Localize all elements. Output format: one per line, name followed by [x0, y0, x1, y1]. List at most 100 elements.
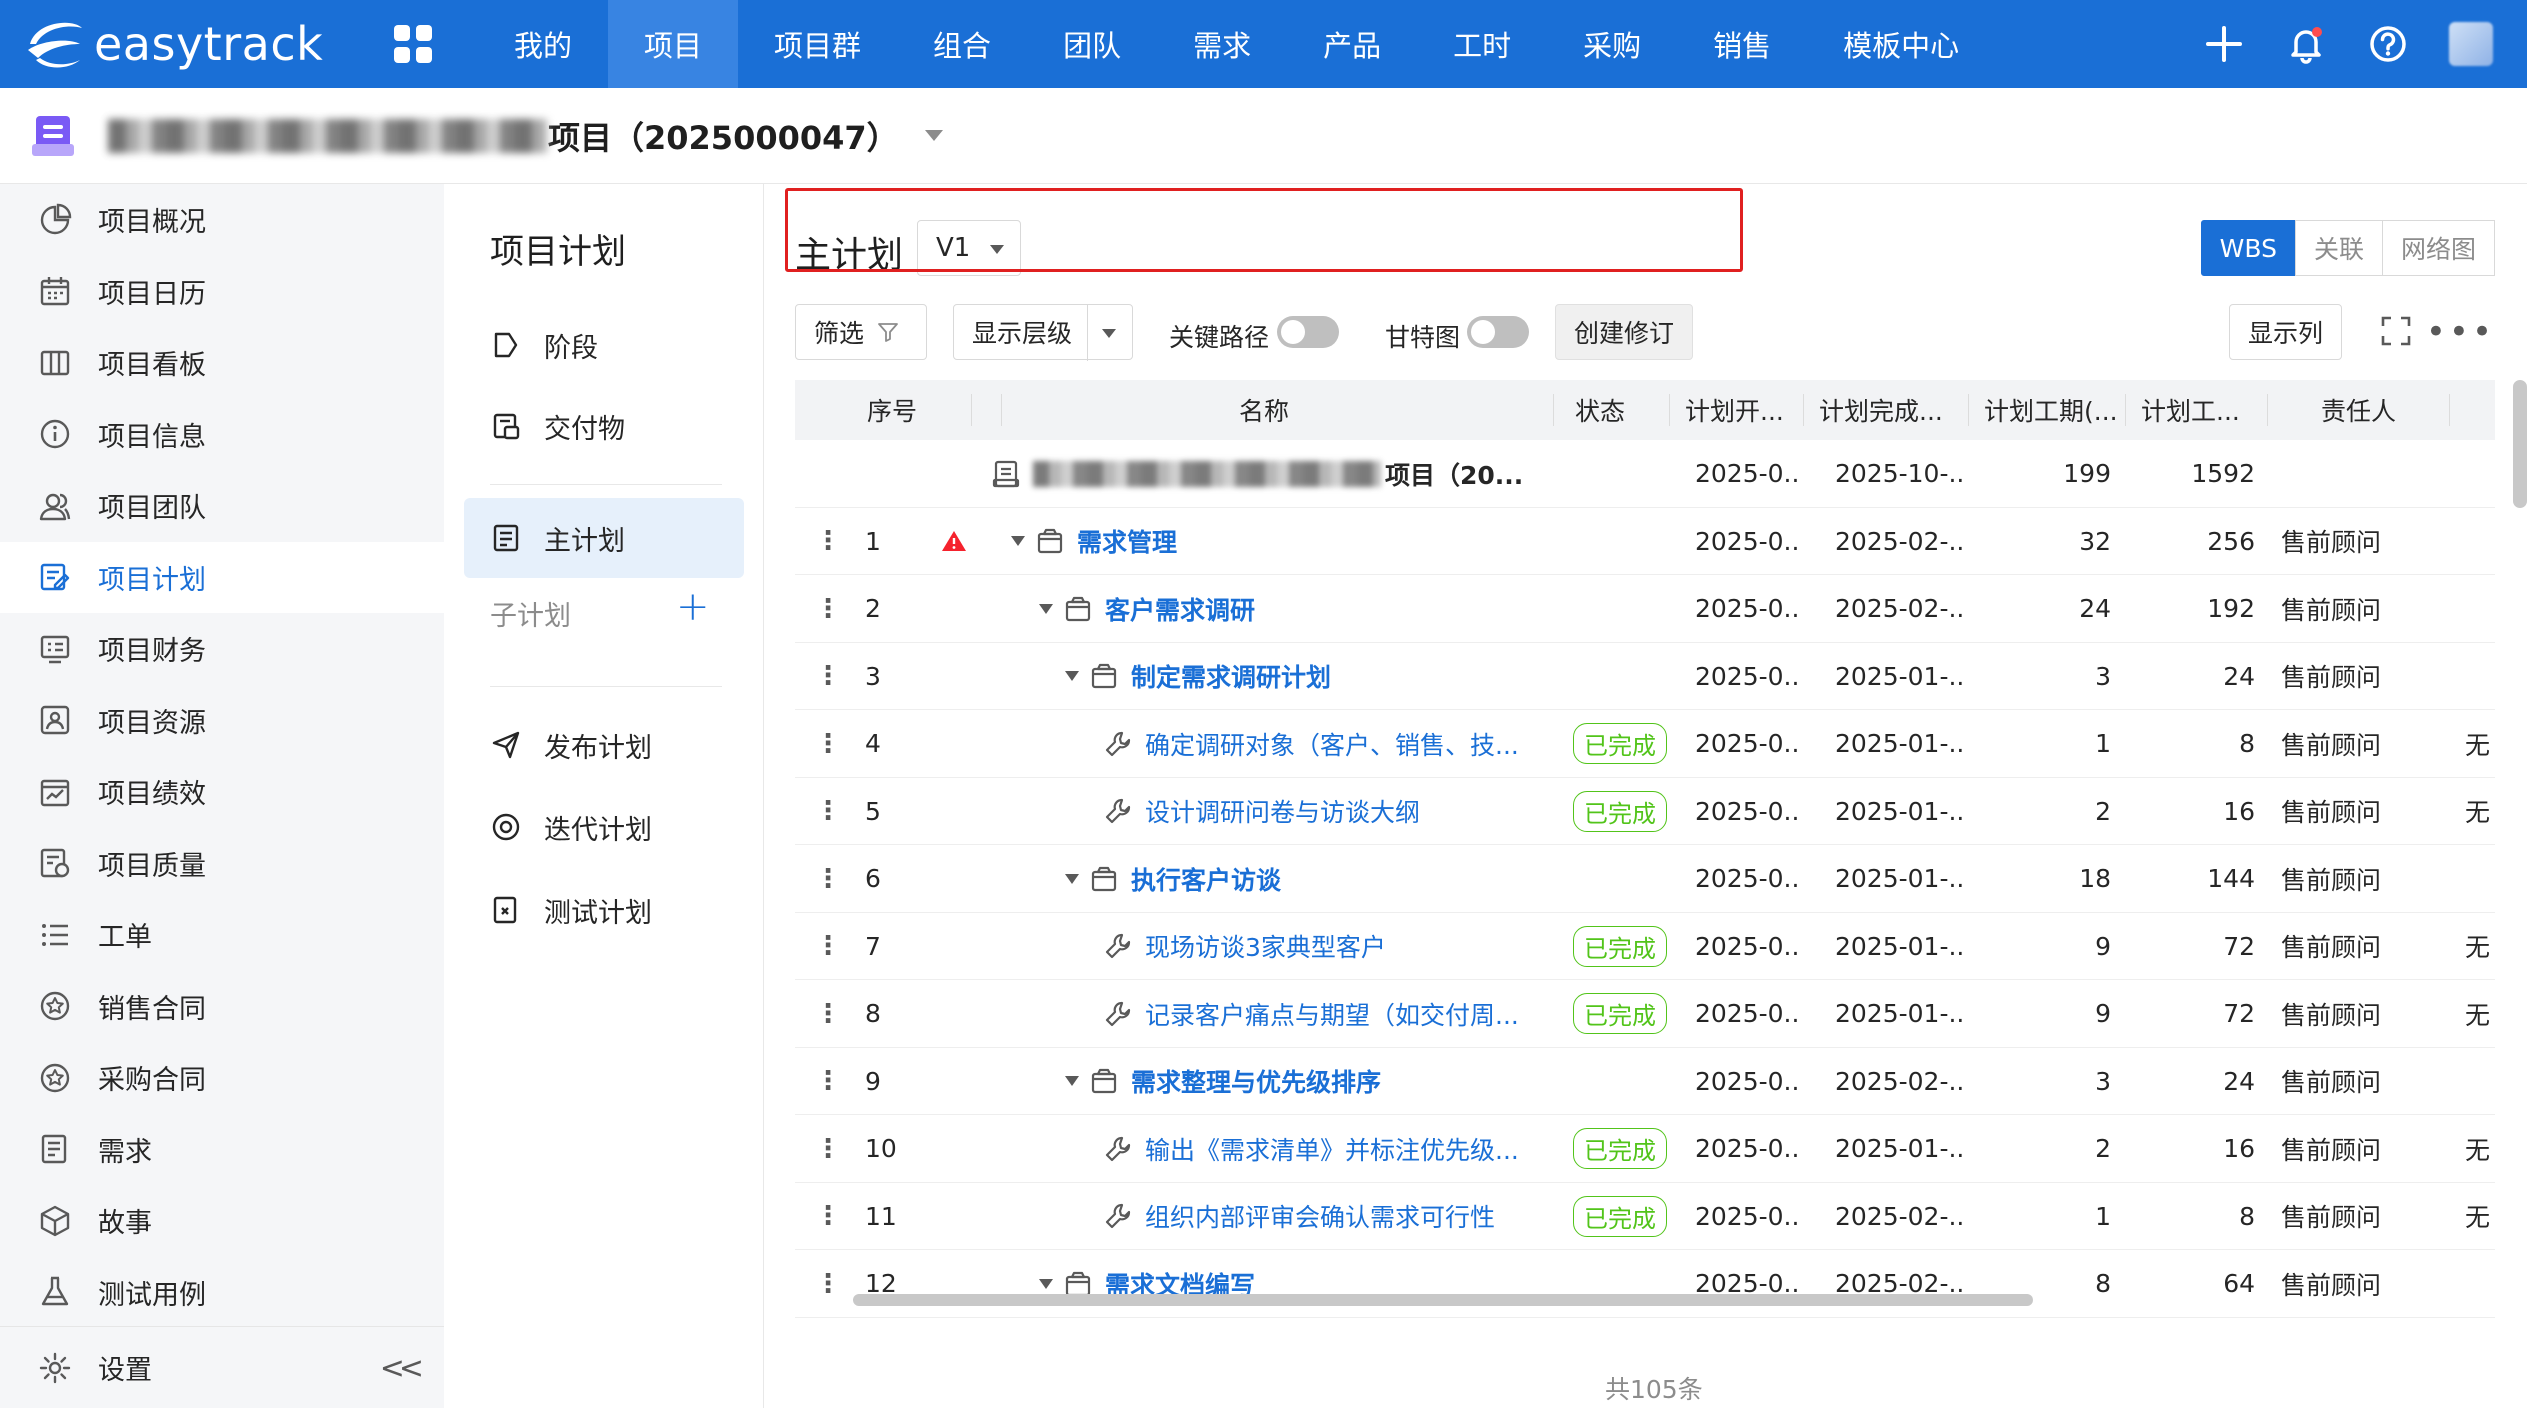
sidebar-item[interactable]: 项目信息 — [0, 399, 444, 471]
row-menu-icon[interactable]: ⋮ — [815, 643, 841, 710]
table-row[interactable]: ⋮ 4 确定调研对象（客户、销售、技... 已完成 2025-0.. 2025-01-..… — [795, 710, 2495, 778]
table-row[interactable]: ⋮ 7 现场访谈3家典型客户 已完成 2025-0.. 2025-01-.. 9 72 售前顾问… — [795, 913, 2495, 980]
sidebar-item[interactable]: 销售合同 — [0, 971, 444, 1043]
sidebar-item-settings[interactable]: 设置 << — [0, 1326, 444, 1408]
horizontal-scrollbar[interactable] — [853, 1294, 2033, 1306]
col-plan-work[interactable]: 计划工... — [2141, 380, 2245, 440]
nav-item[interactable]: 销售 — [1677, 0, 1807, 88]
row-menu-icon[interactable]: ⋮ — [815, 1250, 841, 1317]
col-plan-start[interactable]: 计划开... — [1685, 380, 1785, 440]
bell-icon[interactable] — [2265, 0, 2347, 88]
vertical-scrollbar[interactable] — [2513, 380, 2527, 508]
view-tab[interactable]: 网络图 — [2381, 220, 2495, 276]
level-select[interactable]: 显示层级 — [953, 304, 1133, 361]
table-row[interactable]: ⋮ 11 组织内部评审会确认需求可行性 已完成 2025-0.. 2025-02-.. 1 8… — [795, 1183, 2495, 1250]
row-menu-icon[interactable]: ⋮ — [815, 778, 841, 845]
menu-item-deliverable[interactable]: 交付物 — [464, 386, 744, 466]
row-menu-icon[interactable]: ⋮ — [815, 575, 841, 642]
expand-caret-icon[interactable] — [1065, 873, 1079, 884]
col-owner[interactable]: 责任人 — [2321, 380, 2396, 440]
col-plan-end[interactable]: 计划完成... — [1819, 380, 1959, 440]
avatar[interactable] — [2449, 22, 2493, 66]
task-name[interactable]: 输出《需求清单》并标注优先级... — [1145, 1131, 1519, 1167]
task-name[interactable]: 确定调研对象（客户、销售、技... — [1145, 726, 1519, 762]
expand-caret-icon[interactable] — [1011, 536, 1025, 546]
table-row[interactable]: ⋮ 8 记录客户痛点与期望（如交付周... 已完成 2025-0.. 2025-01-..… — [795, 980, 2495, 1048]
help-icon[interactable] — [2347, 0, 2429, 88]
task-name[interactable]: 设计调研问卷与访谈大纲 — [1145, 793, 1420, 829]
task-name[interactable]: 需求整理与优先级排序 — [1131, 1063, 1381, 1099]
sidebar-item[interactable]: 项目日历 — [0, 256, 444, 328]
col-seq[interactable]: 序号 — [867, 380, 917, 440]
menu-item-iteration-plan[interactable]: 迭代计划 — [464, 787, 744, 867]
row-menu-icon[interactable]: ⋮ — [815, 913, 841, 980]
menu-item-test-plan[interactable]: 测试计划 — [464, 870, 744, 950]
row-menu-icon[interactable]: ⋮ — [815, 710, 841, 777]
nav-item[interactable]: 项目群 — [738, 0, 897, 88]
row-menu-icon[interactable]: ⋮ — [815, 845, 841, 912]
sidebar-item[interactable]: 工单 — [0, 899, 444, 971]
create-revision-button[interactable]: 创建修订 — [1555, 304, 1694, 360]
expand-caret-icon[interactable] — [1065, 1076, 1079, 1086]
columns-button[interactable]: 显示列 — [2229, 304, 2343, 360]
row-menu-icon[interactable]: ⋮ — [815, 508, 841, 575]
row-menu-icon[interactable]: ⋮ — [815, 1115, 841, 1182]
logo[interactable]: easytrack — [22, 14, 362, 74]
nav-item[interactable]: 产品 — [1287, 0, 1417, 88]
plus-icon[interactable] — [2183, 0, 2265, 88]
gantt-toggle[interactable] — [1467, 316, 1529, 348]
more-icon[interactable]: ••• — [2426, 312, 2495, 352]
view-tab[interactable]: WBS — [2200, 220, 2296, 276]
nav-item[interactable]: 需求 — [1157, 0, 1287, 88]
task-name[interactable]: 需求管理 — [1077, 523, 1177, 559]
col-plan-days[interactable]: 计划工期(... — [1984, 380, 2122, 440]
critical-path-toggle[interactable] — [1277, 316, 1339, 348]
nav-item[interactable]: 我的 — [478, 0, 608, 88]
sidebar-item[interactable]: 项目财务 — [0, 613, 444, 685]
task-name[interactable]: 制定需求调研计划 — [1131, 658, 1331, 694]
version-select[interactable]: V1 — [917, 220, 1021, 276]
menu-item-main-plan[interactable]: 主计划 — [464, 498, 744, 578]
table-row[interactable]: ⋮ 3 制定需求调研计划 2025-0.. 2025-01-.. 3 24 售前顾问 — [795, 643, 2495, 710]
task-name[interactable]: 记录客户痛点与期望（如交付周... — [1145, 996, 1519, 1032]
sidebar-item[interactable]: 项目计划 — [0, 541, 444, 613]
nav-item[interactable]: 项目 — [608, 0, 739, 88]
sidebar-item[interactable]: 项目概况 — [0, 184, 444, 256]
sidebar-item[interactable]: 项目绩效 — [0, 756, 444, 828]
table-row[interactable]: ⋮ 12 需求文档编写 2025-0.. 2025-02-.. 8 64 售前顾问 — [795, 1250, 2495, 1318]
sidebar-item[interactable]: 项目团队 — [0, 470, 444, 542]
sidebar-item[interactable]: 需求 — [0, 1114, 444, 1186]
table-row[interactable]: ⋮ 2 客户需求调研 2025-0.. 2025-02-.. 24 192 售前顾问 — [795, 575, 2495, 643]
add-sub-plan-button[interactable]: + — [676, 584, 710, 630]
sidebar-item[interactable]: 测试用例 — [0, 1257, 444, 1329]
nav-item[interactable]: 工时 — [1417, 0, 1547, 88]
nav-item[interactable]: 团队 — [1027, 0, 1157, 88]
sidebar-item[interactable]: 采购合同 — [0, 1042, 444, 1114]
table-row[interactable]: ⋮ 1 需求管理 2025-0.. 2025-02-.. 32 256 售前顾问 — [795, 508, 2495, 575]
menu-item-stage[interactable]: 阶段 — [464, 305, 744, 385]
row-menu-icon[interactable]: ⋮ — [815, 980, 841, 1047]
table-row[interactable]: ⋮ 10 输出《需求清单》并标注优先级... 已完成 2025-0.. 2025-01-.… — [795, 1115, 2495, 1183]
task-name[interactable]: 组织内部评审会确认需求可行性 — [1145, 1198, 1495, 1234]
app-grid-icon[interactable] — [394, 25, 432, 63]
table-row[interactable]: ⋮ 6 执行客户访谈 2025-0.. 2025-01-.. 18 144 售前顾问 — [795, 845, 2495, 913]
sidebar-item[interactable]: 项目资源 — [0, 685, 444, 757]
warning-icon[interactable] — [941, 508, 967, 575]
expand-caret-icon[interactable] — [1065, 671, 1079, 681]
col-status[interactable]: 状态 — [1575, 380, 1625, 440]
sidebar-item[interactable]: 故事 — [0, 1185, 444, 1257]
filter-button[interactable]: 筛选 — [795, 304, 927, 360]
menu-item-release-plan[interactable]: 发布计划 — [464, 705, 744, 785]
collapse-sidebar-icon[interactable]: << — [380, 1351, 424, 1386]
table-row[interactable]: ⋮ 5 设计调研问卷与访谈大纲 已完成 2025-0.. 2025-01-.. 2 16 售前顾… — [795, 778, 2495, 845]
view-tab[interactable]: 关联 — [2294, 220, 2383, 276]
expand-caret-icon[interactable] — [1039, 603, 1053, 614]
sidebar-item[interactable]: 项目质量 — [0, 828, 444, 900]
nav-item[interactable]: 组合 — [897, 0, 1027, 88]
task-name[interactable]: 现场访谈3家典型客户 — [1145, 928, 1386, 964]
col-name[interactable]: 名称 — [1239, 380, 1289, 440]
nav-item[interactable]: 采购 — [1547, 0, 1677, 88]
chevron-down-icon[interactable] — [924, 130, 943, 141]
table-row[interactable]: ⋮ 9 需求整理与优先级排序 2025-0.. 2025-02-.. 3 24 售前顾问 — [795, 1048, 2495, 1115]
row-menu-icon[interactable]: ⋮ — [815, 1183, 841, 1250]
